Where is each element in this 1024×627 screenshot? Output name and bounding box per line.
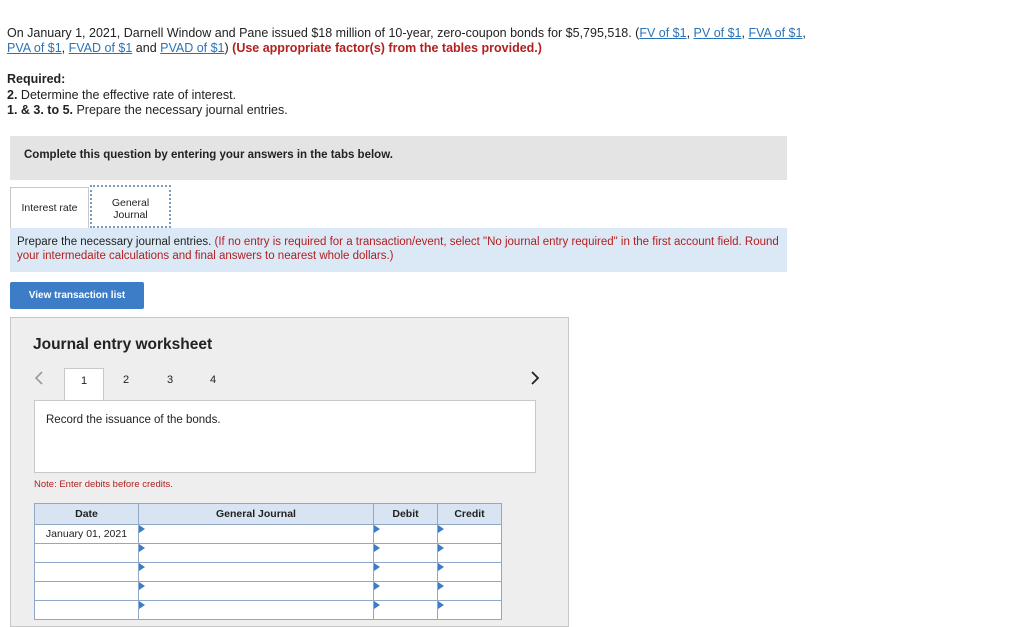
separator: ,	[61, 41, 69, 55]
dropdown-marker-icon	[438, 525, 444, 533]
dropdown-marker-icon	[139, 563, 145, 571]
date-cell	[34, 600, 139, 620]
link-pv-of-1[interactable]: PV of $1	[694, 26, 742, 40]
record-instruction-box: Record the issuance of the bonds.	[34, 400, 536, 473]
dropdown-marker-icon	[139, 582, 145, 590]
link-fv-of-1[interactable]: FV of $1	[639, 26, 686, 40]
column-header-credit: Credit	[437, 503, 502, 525]
dropdown-marker-icon	[438, 582, 444, 590]
account-select[interactable]	[138, 581, 374, 601]
complete-banner: Complete this question by entering your …	[10, 136, 787, 180]
tab-general-journal[interactable]: General Journal	[90, 185, 171, 228]
view-transaction-list-button[interactable]: View transaction list	[10, 282, 144, 309]
required-item-text: Determine the effective rate of interest…	[17, 87, 237, 102]
date-cell	[34, 562, 139, 582]
account-select[interactable]	[138, 600, 374, 620]
required-item-3: 1. & 3. to 5. Prepare the necessary jour…	[7, 103, 288, 119]
account-select[interactable]	[138, 524, 374, 544]
table-instruction: (Use appropriate factor(s) from the tabl…	[232, 41, 542, 55]
account-select[interactable]	[138, 543, 374, 563]
separator: ,	[802, 26, 806, 40]
dropdown-marker-icon	[438, 563, 444, 571]
credit-input[interactable]	[437, 524, 502, 544]
worksheet-title: Journal entry worksheet	[33, 336, 213, 353]
dropdown-marker-icon	[374, 601, 380, 609]
journal-entry-table: Date General Journal Debit Credit Januar…	[34, 503, 502, 620]
page-tab-1[interactable]: 1	[64, 368, 104, 400]
dropdown-marker-icon	[139, 544, 145, 552]
tab-label: Interest rate	[21, 202, 78, 214]
debit-input[interactable]	[373, 562, 438, 582]
page-tab-3[interactable]: 3	[150, 368, 190, 400]
dropdown-marker-icon	[374, 525, 380, 533]
dropdown-marker-icon	[374, 544, 380, 552]
account-select[interactable]	[138, 562, 374, 582]
column-header-debit: Debit	[373, 503, 438, 525]
required-item-number: 2.	[7, 87, 18, 102]
link-pva-of-1[interactable]: PVA of $1	[7, 41, 62, 55]
link-fvad-of-1[interactable]: FVAD of $1	[69, 41, 133, 55]
required-heading: Required:	[7, 72, 66, 86]
dropdown-marker-icon	[438, 544, 444, 552]
tab-label-line1: General	[111, 197, 150, 209]
column-header-date: Date	[34, 503, 139, 525]
credit-input[interactable]	[437, 600, 502, 620]
table-row	[34, 543, 502, 563]
dropdown-marker-icon	[374, 582, 380, 590]
table-row	[34, 562, 502, 582]
page-number: 4	[209, 374, 217, 386]
record-instruction-text: Record the issuance of the bonds.	[46, 414, 221, 426]
page-number: 3	[166, 374, 174, 386]
link-pvad-of-1[interactable]: PVAD of $1	[160, 41, 224, 55]
instructions-panel: Prepare the necessary journal entries. (…	[10, 228, 787, 272]
chevron-left-icon[interactable]	[34, 369, 44, 390]
instructions-main: Prepare the necessary journal entries.	[17, 236, 215, 248]
table-header-row: Date General Journal Debit Credit	[34, 503, 502, 525]
problem-text: On January 1, 2021, Darnell Window and P…	[7, 26, 640, 40]
tab-interest-rate[interactable]: Interest rate	[10, 187, 89, 228]
required-item-text: Prepare the necessary journal entries.	[73, 103, 288, 117]
page-number: 1	[80, 375, 88, 387]
debits-note: Note: Enter debits before credits.	[34, 479, 173, 490]
required-item-number: 1. & 3. to 5.	[7, 103, 73, 117]
problem-statement: On January 1, 2021, Darnell Window and P…	[7, 26, 807, 56]
column-header-general-journal: General Journal	[138, 503, 374, 525]
chevron-right-icon[interactable]	[530, 369, 540, 390]
date-cell	[34, 543, 139, 563]
dropdown-marker-icon	[139, 525, 145, 533]
required-item-2: 2. Determine the effective rate of inter…	[7, 88, 288, 104]
table-row	[34, 600, 502, 620]
debit-input[interactable]	[373, 524, 438, 544]
required-section: Required: 2. Determine the effective rat…	[7, 72, 288, 119]
table-row: January 01, 2021	[34, 524, 502, 544]
date-cell: January 01, 2021	[34, 524, 139, 544]
debit-input[interactable]	[373, 543, 438, 563]
link-fva-of-1[interactable]: FVA of $1	[748, 26, 802, 40]
credit-input[interactable]	[437, 543, 502, 563]
separator: )	[224, 41, 233, 55]
date-cell	[34, 581, 139, 601]
page-tab-2[interactable]: 2	[106, 368, 146, 400]
complete-banner-text: Complete this question by entering your …	[24, 149, 393, 161]
debit-input[interactable]	[373, 600, 438, 620]
debit-input[interactable]	[373, 581, 438, 601]
separator: ,	[686, 26, 694, 40]
credit-input[interactable]	[437, 581, 502, 601]
dropdown-marker-icon	[139, 601, 145, 609]
dropdown-marker-icon	[438, 601, 444, 609]
separator: and	[132, 41, 161, 55]
table-row	[34, 581, 502, 601]
page-number: 2	[122, 374, 130, 386]
credit-input[interactable]	[437, 562, 502, 582]
page-tab-4[interactable]: 4	[193, 368, 233, 400]
dropdown-marker-icon	[374, 563, 380, 571]
tab-label-line2: Journal	[113, 209, 148, 221]
